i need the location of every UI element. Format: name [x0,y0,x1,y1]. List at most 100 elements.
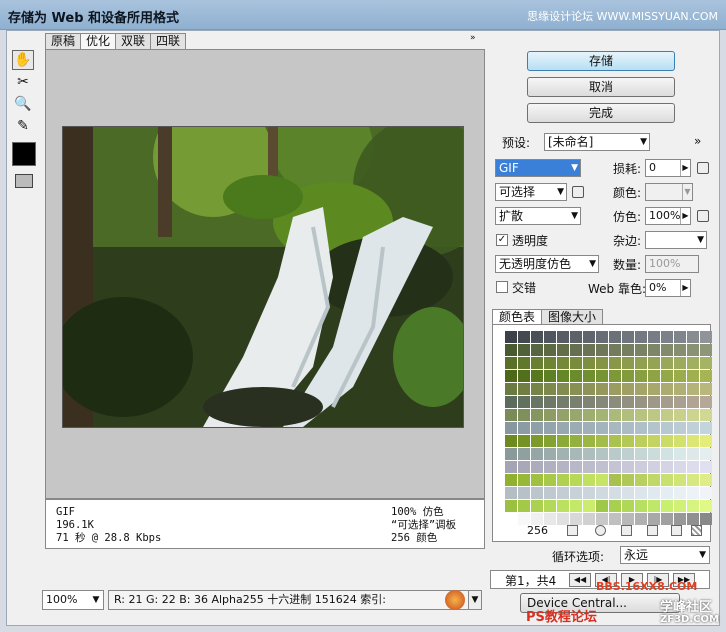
color-swatch[interactable] [687,448,699,460]
color-swatch[interactable] [687,396,699,408]
color-swatch[interactable] [622,448,634,460]
color-swatch[interactable] [661,422,673,434]
color-swatch[interactable] [557,396,569,408]
color-swatch[interactable] [544,344,556,356]
color-swatch[interactable] [661,331,673,343]
color-swatch[interactable] [544,448,556,460]
color-swatch[interactable] [687,422,699,434]
color-swatch[interactable] [609,331,621,343]
color-swatch[interactable] [622,370,634,382]
add-color-icon[interactable] [647,525,658,536]
color-swatch[interactable] [505,474,517,486]
color-swatch[interactable] [544,357,556,369]
color-swatch[interactable] [557,422,569,434]
color-swatch[interactable] [531,383,543,395]
color-swatch[interactable] [544,435,556,447]
zoom-select[interactable]: 100% ▼ [42,590,104,610]
color-swatch[interactable] [505,370,517,382]
color-swatch[interactable] [531,487,543,499]
color-swatch[interactable] [609,474,621,486]
color-swatch[interactable] [583,357,595,369]
color-swatch[interactable] [635,448,647,460]
color-swatch[interactable] [700,461,712,473]
color-swatch[interactable] [570,422,582,434]
color-swatch[interactable] [648,422,660,434]
color-swatch[interactable] [557,409,569,421]
zoom-tool-icon[interactable]: 🔍 [12,94,34,114]
color-swatch[interactable] [557,461,569,473]
color-swatch[interactable] [674,461,686,473]
color-swatch[interactable] [531,500,543,512]
color-swatch[interactable] [635,487,647,499]
color-swatch[interactable] [596,487,608,499]
matte-select[interactable]: ▼ [645,231,707,249]
color-swatch[interactable] [505,409,517,421]
color-swatch[interactable] [700,331,712,343]
color-swatch[interactable] [609,422,621,434]
color-swatch[interactable] [635,383,647,395]
color-swatch[interactable] [583,487,595,499]
lock-color-icon[interactable] [621,525,632,536]
color-swatch[interactable] [648,383,660,395]
color-swatch[interactable] [622,396,634,408]
color-swatch[interactable] [583,396,595,408]
tab-optimized[interactable]: 优化 [80,33,117,49]
color-swatch[interactable] [622,331,634,343]
color-swatch[interactable] [687,344,699,356]
color-swatch[interactable] [648,435,660,447]
color-swatch[interactable] [544,409,556,421]
color-swatch[interactable] [596,422,608,434]
color-swatch[interactable] [648,461,660,473]
color-swatch[interactable] [661,409,673,421]
color-swatch[interactable] [674,435,686,447]
color-swatch[interactable] [531,344,543,356]
color-swatch[interactable] [505,396,517,408]
color-swatch[interactable] [674,448,686,460]
color-swatch[interactable] [596,331,608,343]
color-swatch[interactable] [648,409,660,421]
color-swatch[interactable] [687,487,699,499]
color-swatch[interactable] [674,474,686,486]
color-swatch[interactable] [700,344,712,356]
color-swatch[interactable] [518,383,530,395]
color-swatch[interactable] [531,474,543,486]
color-swatch[interactable] [570,383,582,395]
menu-chevron-icon[interactable]: » [694,134,701,148]
color-swatch[interactable] [544,461,556,473]
color-swatch[interactable] [570,344,582,356]
color-swatch[interactable] [583,435,595,447]
color-table-grid[interactable] [505,331,712,525]
color-swatch[interactable] [700,357,712,369]
color-swatch[interactable] [661,383,673,395]
color-swatch[interactable] [583,383,595,395]
done-button[interactable]: 完成 [527,103,675,123]
color-swatch[interactable] [544,487,556,499]
color-swatch[interactable] [609,383,621,395]
color-swatch[interactable] [609,409,621,421]
color-swatch[interactable] [648,500,660,512]
transparency-swatch-icon[interactable] [691,525,702,536]
color-swatch[interactable] [635,396,647,408]
color-swatch[interactable] [518,331,530,343]
color-swatch[interactable] [622,383,634,395]
color-swatch[interactable] [518,370,530,382]
color-swatch[interactable] [583,344,595,356]
color-swatch[interactable] [674,487,686,499]
color-swatch[interactable] [505,344,517,356]
color-swatch[interactable] [648,396,660,408]
color-swatch[interactable] [531,435,543,447]
first-frame-icon[interactable]: ◀◀ [569,573,591,587]
color-swatch[interactable] [570,370,582,382]
color-swatch[interactable] [635,409,647,421]
color-swatch[interactable] [609,500,621,512]
color-swatch[interactable] [531,448,543,460]
color-swatch[interactable] [596,500,608,512]
color-swatch[interactable] [661,461,673,473]
color-swatch[interactable] [661,370,673,382]
color-swatch[interactable] [700,383,712,395]
color-swatch[interactable] [596,357,608,369]
web-shift-icon[interactable] [595,525,606,536]
color-swatch[interactable] [505,383,517,395]
color-swatch[interactable] [557,357,569,369]
color-swatch[interactable] [687,435,699,447]
